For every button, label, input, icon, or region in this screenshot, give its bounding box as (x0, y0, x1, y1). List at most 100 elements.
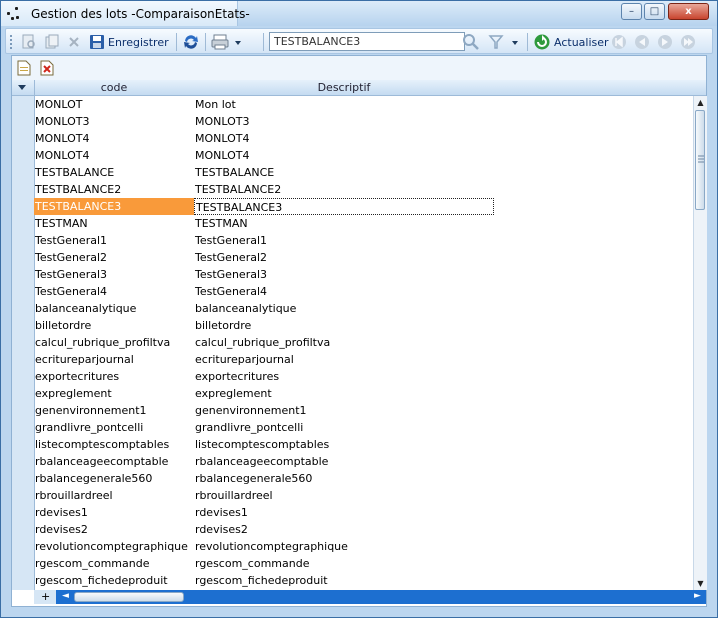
cell-code[interactable]: TESTBALANCE3 (34, 198, 194, 215)
table-row[interactable]: TestGeneral3 TestGeneral3 (34, 266, 694, 283)
cell-code[interactable]: MONLOT3 (34, 113, 194, 130)
cell-descriptif[interactable]: TESTBALANCE (194, 164, 494, 181)
cell-descriptif[interactable]: rgescom_fichedeproduit (194, 572, 494, 589)
table-row[interactable]: TESTMAN TESTMAN (34, 215, 694, 232)
cell-descriptif[interactable]: rdevises1 (194, 504, 494, 521)
horizontal-scroll-thumb[interactable] (74, 592, 184, 602)
table-row[interactable]: exportecritures exportecritures (34, 368, 694, 385)
cell-code[interactable]: ecritureparjournal (34, 351, 194, 368)
delete-icon[interactable] (66, 33, 82, 51)
maximize-button[interactable]: □ (644, 3, 665, 20)
preview-icon[interactable] (21, 33, 37, 51)
cell-descriptif[interactable]: MONLOT4 (194, 130, 494, 147)
next-record-icon[interactable] (656, 33, 674, 51)
cell-descriptif[interactable]: calcul_rubrique_profiltva (194, 334, 494, 351)
table-row[interactable]: ecritureparjournal ecritureparjournal (34, 351, 694, 368)
table-row[interactable]: TESTBALANCE TESTBALANCE (34, 164, 694, 181)
copy-icon[interactable] (44, 33, 60, 51)
vertical-scrollbar[interactable]: ▲ ▼ (693, 96, 707, 590)
column-header-code[interactable]: code (34, 81, 194, 94)
cell-code[interactable]: rgescom_fichedeproduit (34, 572, 194, 589)
cell-code[interactable]: TestGeneral2 (34, 249, 194, 266)
cell-descriptif[interactable]: rbalancegenerale560 (194, 470, 494, 487)
first-record-icon[interactable] (610, 33, 628, 51)
table-row[interactable]: rdevises1 rdevises1 (34, 504, 694, 521)
cell-descriptif[interactable]: revolutioncomptegraphique (194, 538, 494, 555)
table-row[interactable]: rdevises2 rdevises2 (34, 521, 694, 538)
header-selector[interactable] (12, 80, 35, 95)
save-button[interactable]: Enregistrer (89, 33, 169, 51)
cell-descriptif[interactable]: TESTBALANCE2 (194, 181, 494, 198)
new-document-icon[interactable] (17, 60, 31, 76)
table-row[interactable]: MONLOT Mon lot (34, 96, 694, 113)
table-row[interactable]: balanceanalytique balanceanalytique (34, 300, 694, 317)
row-selector-column[interactable] (12, 96, 35, 590)
cell-descriptif[interactable]: TestGeneral3 (194, 266, 494, 283)
table-row[interactable]: genenvironnement1 genenvironnement1 (34, 402, 694, 419)
table-row[interactable]: rgescom_fichedeproduit rgescom_fichedepro… (34, 572, 694, 589)
cell-code[interactable]: rdevises1 (34, 504, 194, 521)
table-row[interactable]: TestGeneral1 TestGeneral1 (34, 232, 694, 249)
table-row[interactable]: rbalancegenerale560 rbalancegenerale560 (34, 470, 694, 487)
table-row[interactable]: TestGeneral4 TestGeneral4 (34, 283, 694, 300)
scroll-down-icon[interactable]: ▼ (694, 577, 707, 590)
cell-code[interactable]: listecomptescomptables (34, 436, 194, 453)
cell-descriptif[interactable]: TestGeneral2 (194, 249, 494, 266)
cell-descriptif[interactable]: rbrouillardreel (194, 487, 494, 504)
table-row[interactable]: rgescom_commande rgescom_commande (34, 555, 694, 572)
cell-descriptif[interactable]: rgescom_commande (194, 555, 494, 572)
scroll-left-icon[interactable]: ◄ (62, 591, 69, 601)
title-bar[interactable]: Gestion des lots -ComparaisonEtats- – □ … (1, 1, 717, 26)
cell-descriptif[interactable]: balanceanalytique (194, 300, 494, 317)
scroll-right-icon[interactable]: ► (694, 591, 701, 601)
cell-code[interactable]: MONLOT4 (34, 147, 194, 164)
cell-descriptif[interactable]: expreglement (194, 385, 494, 402)
table-row[interactable]: TESTBALANCE2 TESTBALANCE2 (34, 181, 694, 198)
cell-descriptif[interactable]: ecritureparjournal (194, 351, 494, 368)
minimize-button[interactable]: – (621, 3, 642, 20)
cell-descriptif[interactable]: TESTBALANCE3 (194, 198, 494, 215)
cell-descriptif[interactable]: listecomptescomptables (194, 436, 494, 453)
cell-code[interactable]: calcul_rubrique_profiltva (34, 334, 194, 351)
cell-descriptif[interactable]: exportecritures (194, 368, 494, 385)
cell-code[interactable]: rbalanceageecomptable (34, 453, 194, 470)
cell-code[interactable]: revolutioncomptegraphique (34, 538, 194, 555)
cell-code[interactable]: TestGeneral1 (34, 232, 194, 249)
cell-code[interactable]: MONLOT (34, 96, 194, 113)
cell-code[interactable]: TestGeneral4 (34, 283, 194, 300)
cell-code[interactable]: exportecritures (34, 368, 194, 385)
add-row-button[interactable]: + (34, 590, 56, 604)
cell-descriptif[interactable]: grandlivre_pontcelli (194, 419, 494, 436)
table-row[interactable]: billetordre billetordre (34, 317, 694, 334)
cell-code[interactable]: rgescom_commande (34, 555, 194, 572)
cell-code[interactable]: expreglement (34, 385, 194, 402)
print-button[interactable] (211, 33, 243, 51)
cell-descriptif[interactable]: billetordre (194, 317, 494, 334)
sync-icon[interactable] (182, 33, 200, 51)
scroll-up-icon[interactable]: ▲ (694, 96, 707, 109)
table-row[interactable]: grandlivre_pontcelli grandlivre_pontcelli (34, 419, 694, 436)
cell-descriptif[interactable]: TestGeneral4 (194, 283, 494, 300)
cell-code[interactable]: genenvironnement1 (34, 402, 194, 419)
table-row[interactable]: expreglement expreglement (34, 385, 694, 402)
table-row[interactable]: revolutioncomptegraphique revolutioncompt… (34, 538, 694, 555)
cell-code[interactable]: rbrouillardreel (34, 487, 194, 504)
cell-code[interactable]: grandlivre_pontcelli (34, 419, 194, 436)
cell-descriptif[interactable]: MONLOT4 (194, 147, 494, 164)
vertical-scroll-thumb[interactable] (695, 110, 705, 210)
cell-code[interactable]: rbalancegenerale560 (34, 470, 194, 487)
cell-descriptif[interactable]: TESTMAN (194, 215, 494, 232)
cell-code[interactable]: rdevises2 (34, 521, 194, 538)
search-input[interactable] (269, 32, 465, 51)
table-row[interactable]: TESTBALANCE3 TESTBALANCE3 (34, 198, 694, 215)
cell-descriptif[interactable]: rbalanceageecomptable (194, 453, 494, 470)
table-row[interactable]: rbalanceageecomptable rbalanceageecomptab… (34, 453, 694, 470)
cell-code[interactable]: MONLOT4 (34, 130, 194, 147)
cell-descriptif[interactable]: Mon lot (194, 96, 494, 113)
close-button[interactable]: x (668, 3, 709, 20)
previous-record-icon[interactable] (633, 33, 651, 51)
table-row[interactable]: MONLOT3 MONLOT3 (34, 113, 694, 130)
horizontal-scrollbar[interactable]: + ◄ ► (34, 590, 706, 604)
table-row[interactable]: MONLOT4 MONLOT4 (34, 147, 694, 164)
search-icon[interactable] (462, 33, 480, 51)
